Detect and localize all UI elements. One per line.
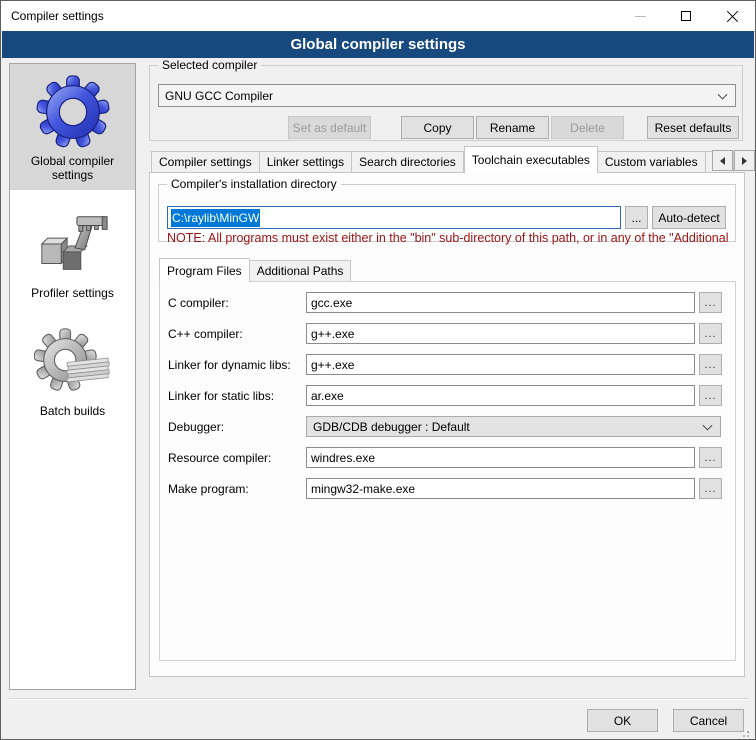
reset-defaults-button[interactable]: Reset defaults — [647, 116, 739, 139]
settings-sidebar: Global compiler settings — [9, 63, 136, 690]
tab-linker-settings[interactable]: Linker settings — [260, 151, 352, 173]
footer-separator — [9, 698, 749, 700]
field-row-make-program: Make program: mingw32-make.exe ... — [168, 478, 735, 499]
field-label: Resource compiler: — [168, 451, 306, 465]
tab-custom-variables[interactable]: Custom variables — [598, 151, 706, 173]
auto-detect-button[interactable]: Auto-detect — [652, 206, 726, 229]
field-row-static-linker: Linker for static libs: ar.exe ... — [168, 385, 735, 406]
installation-directory-group: Compiler's installation directory C:\ray… — [158, 184, 736, 242]
set-as-default-button: Set as default — [288, 116, 371, 139]
resource-compiler-input[interactable]: windres.exe — [306, 447, 695, 468]
sidebar-item-label: Batch builds — [12, 404, 133, 418]
static-linker-input[interactable]: ar.exe — [306, 385, 695, 406]
browse-c-compiler-button[interactable]: ... — [699, 292, 722, 313]
sidebar-item-label: Profiler settings — [12, 286, 133, 300]
minimize-button — [617, 1, 663, 31]
maximize-button[interactable] — [663, 1, 709, 31]
tab-scroll-left-button[interactable] — [712, 150, 733, 171]
compiler-buttons-row: Set as default Copy Rename Delete Reset … — [150, 116, 744, 139]
sidebar-item-batch-builds[interactable]: Batch builds — [10, 314, 135, 426]
browse-make-program-button[interactable]: ... — [699, 478, 722, 499]
field-label: Make program: — [168, 482, 306, 496]
gray-gear-stack-icon — [12, 320, 133, 404]
ok-button[interactable]: OK — [587, 709, 658, 732]
dynamic-linker-input[interactable]: g++.exe — [306, 354, 695, 375]
debugger-select-value: GDB/CDB debugger : Default — [313, 420, 470, 434]
copy-button[interactable]: Copy — [401, 116, 474, 139]
sidebar-item-global-compiler-settings[interactable]: Global compiler settings — [10, 64, 135, 190]
minimize-icon — [635, 16, 646, 17]
group-legend: Selected compiler — [158, 58, 261, 72]
sidebar-item-profiler-settings[interactable]: Profiler settings — [10, 196, 135, 308]
close-icon — [726, 10, 739, 23]
browse-cpp-compiler-button[interactable]: ... — [699, 323, 722, 344]
program-files-tabstrip: Program Files Additional Paths — [159, 258, 351, 282]
field-row-cpp-compiler: C++ compiler: g++.exe ... — [168, 323, 735, 344]
field-row-dynamic-linker: Linker for dynamic libs: g++.exe ... — [168, 354, 735, 375]
field-label: Linker for static libs: — [168, 389, 306, 403]
browse-directory-button[interactable]: ... — [625, 206, 648, 229]
installation-path-row: C:\raylib\MinGW ... Auto-detect — [167, 206, 726, 229]
tab-compiler-settings[interactable]: Compiler settings — [151, 151, 260, 173]
compiler-select[interactable]: GNU GCC Compiler — [158, 84, 736, 107]
browse-resource-compiler-button[interactable]: ... — [699, 447, 722, 468]
caption-buttons — [617, 1, 755, 31]
compiler-select-value: GNU GCC Compiler — [165, 89, 273, 103]
close-button[interactable] — [709, 1, 755, 31]
triangle-left-icon — [720, 157, 725, 165]
debugger-select[interactable]: GDB/CDB debugger : Default — [306, 416, 721, 437]
group-legend: Compiler's installation directory — [167, 177, 341, 191]
tab-additional-paths[interactable]: Additional Paths — [250, 260, 352, 282]
delete-button: Delete — [551, 116, 624, 139]
selected-text: C:\raylib\MinGW — [171, 209, 260, 227]
titlebar[interactable]: Compiler settings — [1, 1, 755, 31]
c-compiler-input[interactable]: gcc.exe — [306, 292, 695, 313]
field-row-debugger: Debugger: GDB/CDB debugger : Default — [168, 416, 735, 437]
triangle-right-icon — [742, 157, 747, 165]
note-text: NOTE: All programs must exist either in … — [167, 231, 733, 245]
field-row-c-compiler: C compiler: gcc.exe ... — [168, 292, 735, 313]
maximize-icon — [681, 11, 691, 21]
toolchain-executables-page: Compiler's installation directory C:\ray… — [149, 172, 745, 677]
blue-gear-icon — [12, 70, 133, 154]
selected-compiler-group: Selected compiler GNU GCC Compiler Set a… — [149, 65, 743, 141]
caliper-tool-icon — [12, 202, 133, 286]
settings-tabstrip: Compiler settings Linker settings Search… — [151, 146, 734, 173]
window-title: Compiler settings — [11, 1, 104, 31]
cpp-compiler-input[interactable]: g++.exe — [306, 323, 695, 344]
field-label: Linker for dynamic libs: — [168, 358, 306, 372]
field-label: C++ compiler: — [168, 327, 306, 341]
chevron-down-icon — [703, 420, 713, 430]
make-program-input[interactable]: mingw32-make.exe — [306, 478, 695, 499]
field-label: C compiler: — [168, 296, 306, 310]
field-label: Debugger: — [168, 420, 306, 434]
cancel-button[interactable]: Cancel — [673, 709, 744, 732]
tab-scroll-buttons — [711, 150, 755, 171]
page-title: Global compiler settings — [290, 36, 465, 53]
installation-directory-input[interactable]: C:\raylib\MinGW — [167, 206, 621, 229]
sidebar-item-label: Global compiler settings — [12, 154, 133, 182]
rename-button[interactable]: Rename — [476, 116, 549, 139]
browse-dynamic-linker-button[interactable]: ... — [699, 354, 722, 375]
browse-static-linker-button[interactable]: ... — [699, 385, 722, 406]
resize-grip[interactable] — [741, 725, 753, 737]
field-row-resource-compiler: Resource compiler: windres.exe ... — [168, 447, 735, 468]
tab-program-files[interactable]: Program Files — [159, 258, 250, 282]
tab-toolchain-executables[interactable]: Toolchain executables — [464, 146, 598, 173]
program-files-panel: C compiler: gcc.exe ... C++ compiler: g+… — [159, 281, 736, 661]
tab-scroll-right-button[interactable] — [734, 150, 755, 171]
tab-search-directories[interactable]: Search directories — [352, 151, 464, 173]
compiler-settings-dialog: Compiler settings Global compiler settin… — [0, 0, 756, 740]
chevron-down-icon — [718, 89, 728, 99]
dialog-header: Global compiler settings — [2, 31, 754, 58]
